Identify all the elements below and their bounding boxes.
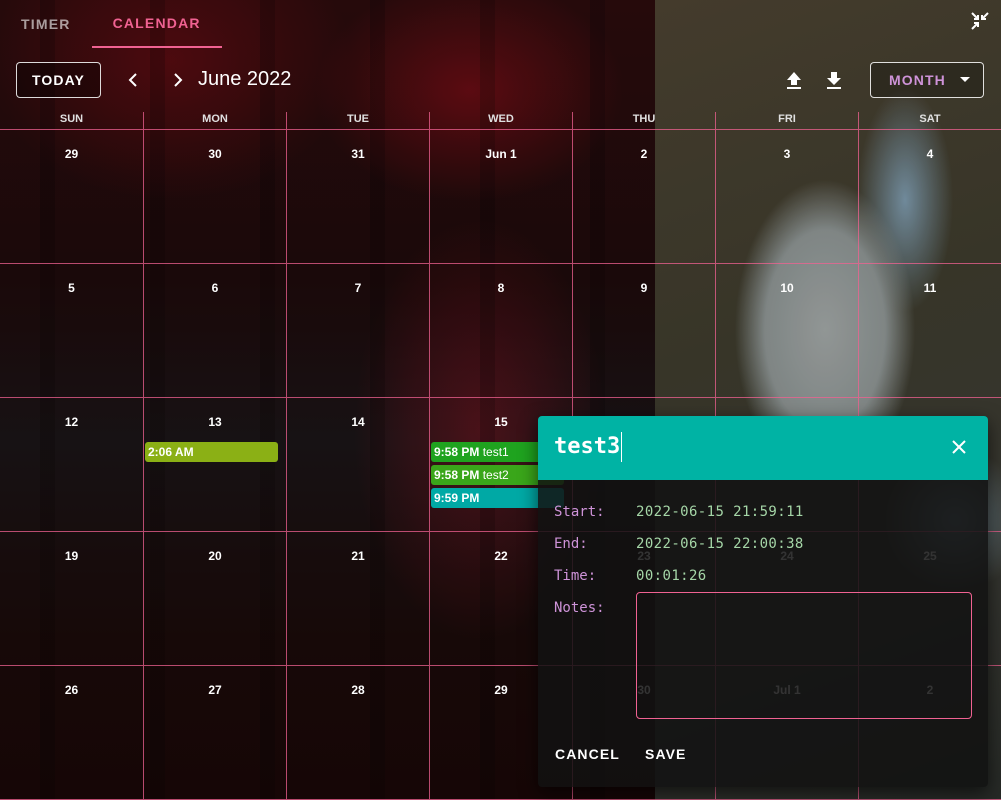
event-title-input[interactable]: test3 [554, 432, 623, 462]
chevron-right-icon [174, 73, 183, 87]
day-cell[interactable]: 9 [572, 264, 715, 398]
day-number[interactable]: 21 [287, 549, 429, 563]
day-cell[interactable]: 2 [572, 130, 715, 264]
month-title: June 2022 [198, 68, 292, 90]
day-number[interactable]: 6 [144, 281, 286, 295]
day-number[interactable]: 5 [0, 281, 143, 295]
day-cell[interactable]: 28 [286, 666, 429, 800]
day-number[interactable]: 12 [0, 415, 143, 429]
day-cell[interactable]: 19 [0, 532, 143, 666]
event-popup: test3 Start: 2022-06-15 21:59:11 End: 20… [538, 416, 988, 787]
duration-value: 00:01:26 [636, 568, 707, 584]
weekday-label: THU [572, 112, 715, 129]
day-cell[interactable]: 13 2:06 AM [143, 398, 286, 532]
day-cell[interactable]: Jun 1 [429, 130, 572, 264]
day-number[interactable]: 31 [287, 147, 429, 161]
day-cell[interactable]: 29 [0, 130, 143, 264]
weekday-label: FRI [715, 112, 858, 129]
chevron-left-icon [128, 73, 137, 87]
cancel-button[interactable]: CANCEL [555, 746, 620, 762]
fullscreen-exit-icon[interactable] [969, 10, 991, 32]
day-cell[interactable]: 27 [143, 666, 286, 800]
day-number[interactable]: 19 [0, 549, 143, 563]
day-number[interactable]: 7 [287, 281, 429, 295]
day-cell[interactable]: 11 [858, 264, 1001, 398]
day-cell[interactable]: 21 [286, 532, 429, 666]
start-value[interactable]: 2022-06-15 21:59:11 [636, 504, 804, 520]
day-number[interactable]: 4 [859, 147, 1001, 161]
day-cell[interactable]: 4 [858, 130, 1001, 264]
view-select-label: MONTH [889, 72, 946, 88]
start-label: Start: [554, 504, 605, 520]
day-cell[interactable]: 26 [0, 666, 143, 800]
weekday-label: WED [429, 112, 572, 129]
save-button[interactable]: SAVE [645, 746, 687, 762]
day-number[interactable]: 8 [430, 281, 572, 295]
weekday-label: SAT [858, 112, 1001, 129]
day-number[interactable]: 20 [144, 549, 286, 563]
day-number[interactable]: 27 [144, 683, 286, 697]
event-name: test1 [482, 445, 509, 459]
day-number[interactable]: 14 [287, 415, 429, 429]
next-month-button[interactable] [163, 66, 191, 94]
tab-bar: TIMER CALENDAR [0, 0, 222, 48]
day-cell[interactable]: 3 [715, 130, 858, 264]
event-time: 9:58 PM [434, 468, 480, 482]
today-button[interactable]: TODAY [16, 62, 101, 98]
duration-label: Time: [554, 568, 597, 584]
event-name: test2 [482, 468, 509, 482]
day-cell[interactable]: 8 [429, 264, 572, 398]
end-value[interactable]: 2022-06-15 22:00:38 [636, 536, 804, 552]
tab-timer[interactable]: TIMER [0, 0, 92, 48]
day-number[interactable]: 10 [716, 281, 858, 295]
day-number[interactable]: 11 [859, 281, 1001, 295]
weekday-label: TUE [286, 112, 429, 129]
calendar-toolbar: TODAY June 2022 MONTH [0, 62, 1001, 98]
day-number[interactable]: 29 [0, 147, 143, 161]
close-icon [952, 440, 966, 454]
day-cell[interactable]: 5 [0, 264, 143, 398]
day-number[interactable]: 13 [144, 415, 286, 429]
event-time: 2:06 AM [148, 445, 194, 459]
end-label: End: [554, 536, 588, 552]
upload-button[interactable] [780, 66, 808, 94]
day-number[interactable]: Jun 1 [430, 147, 572, 161]
tab-calendar[interactable]: CALENDAR [91, 0, 222, 48]
day-cell[interactable]: 10 [715, 264, 858, 398]
prev-month-button[interactable] [120, 66, 148, 94]
day-cell[interactable]: 14 [286, 398, 429, 532]
day-number[interactable]: 9 [573, 281, 715, 295]
upload-icon [787, 72, 801, 89]
day-number[interactable]: 3 [716, 147, 858, 161]
notes-row: Notes: [554, 600, 605, 616]
day-cell[interactable]: 20 [143, 532, 286, 666]
download-icon [827, 72, 841, 89]
download-button[interactable] [820, 66, 848, 94]
popup-header: test3 [538, 416, 988, 480]
day-number[interactable]: 28 [287, 683, 429, 697]
view-select-button[interactable]: MONTH [870, 62, 984, 98]
day-number[interactable]: 30 [144, 147, 286, 161]
day-number[interactable]: 2 [573, 147, 715, 161]
start-row: Start: 2022-06-15 21:59:11 [554, 504, 803, 520]
day-number[interactable]: 26 [0, 683, 143, 697]
notes-label: Notes: [554, 600, 605, 616]
day-cell[interactable]: 6 [143, 264, 286, 398]
day-cell[interactable]: 7 [286, 264, 429, 398]
notes-input[interactable] [636, 592, 972, 719]
event-time: 9:59 PM [434, 491, 480, 505]
day-cell[interactable]: 12 [0, 398, 143, 532]
calendar-event[interactable]: 2:06 AM [145, 442, 278, 462]
end-row: End: 2022-06-15 22:00:38 [554, 536, 803, 552]
day-cell[interactable]: 30 [143, 130, 286, 264]
weekday-label: MON [143, 112, 286, 129]
event-time: 9:58 PM [434, 445, 480, 459]
weekday-label: SUN [59, 113, 84, 125]
weekday-header: SUN MON TUE WED THU FRI SAT [0, 112, 1001, 129]
caret-down-icon [959, 77, 970, 82]
day-cell[interactable]: 31 [286, 130, 429, 264]
duration-row: Time: 00:01:26 [554, 568, 706, 584]
close-popup-button[interactable] [942, 430, 976, 464]
